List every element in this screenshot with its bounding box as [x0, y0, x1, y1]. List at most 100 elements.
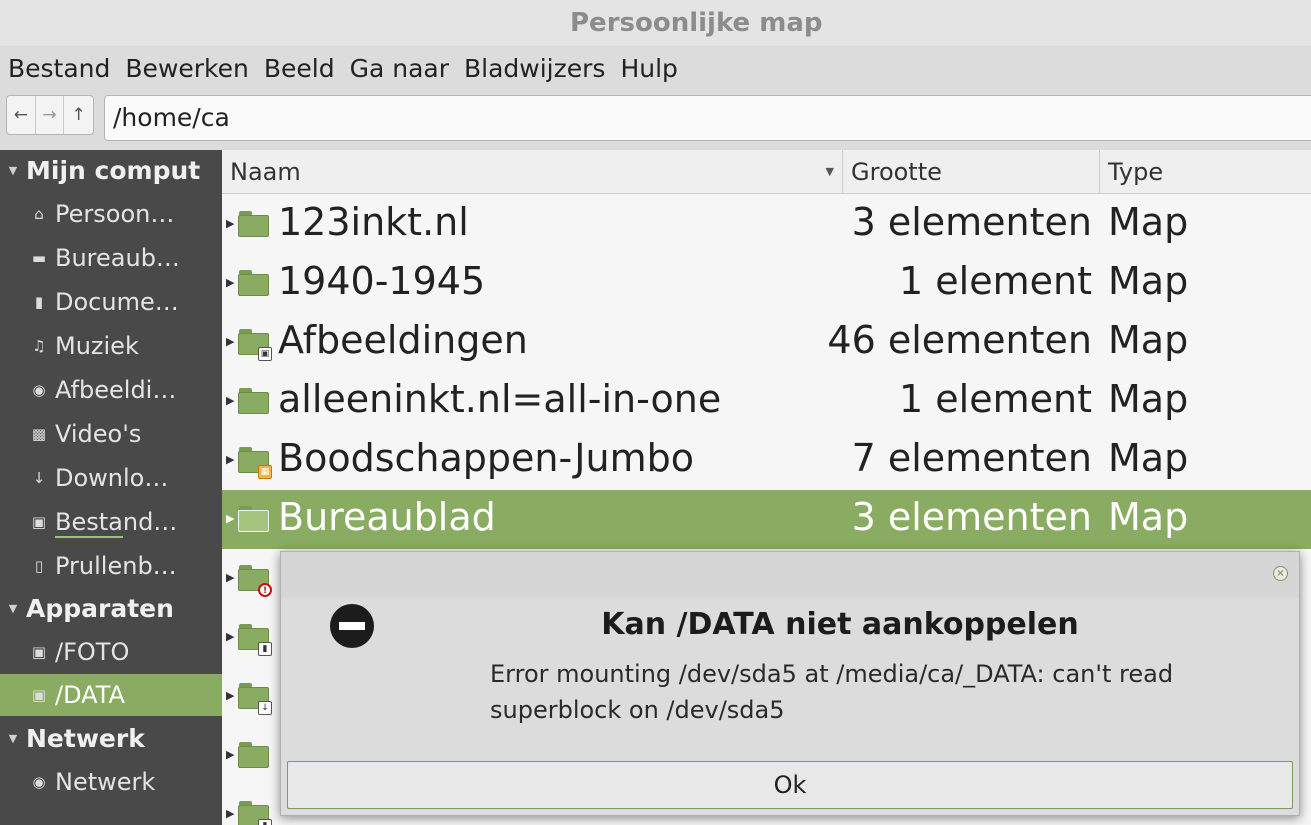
file-row[interactable]: ▶ 123inkt.nl 3 elementen Map: [222, 195, 1311, 254]
folder-icon: [238, 742, 269, 768]
arrow-up-icon: ↑: [71, 105, 86, 125]
expander-right-icon[interactable]: ▶: [226, 807, 234, 820]
menu-bladwijzers[interactable]: Bladwijzers: [464, 54, 605, 83]
error-emblem-icon: !: [258, 583, 272, 597]
file-row[interactable]: ▶ ▣ Afbeeldingen 46 elementen Map: [222, 313, 1311, 372]
expander-down-icon: ▼: [8, 731, 18, 745]
camera-icon: ◉: [32, 381, 46, 399]
sidebar-item-network[interactable]: ◉ Netwerk: [0, 761, 222, 803]
menu-hulp[interactable]: Hulp: [620, 54, 677, 83]
sidebar-item-label: Downlo…: [55, 464, 169, 492]
sidebar-item-label: /DATA: [55, 681, 125, 709]
file-name: Boodschappen-Jumbo: [278, 436, 694, 480]
document-emblem-icon: ▮: [258, 642, 272, 656]
column-headers: Naam ▼ Grootte Type: [222, 150, 1311, 194]
menu-bar: Bestand Bewerken Beeld Ga naar Bladwijze…: [0, 46, 1311, 90]
sidebar-section-devices[interactable]: ▼ Apparaten: [0, 588, 222, 628]
sidebar-item-downloads[interactable]: ↓ Downlo…: [0, 457, 222, 499]
sidebar-item-foto[interactable]: ▣ /FOTO: [0, 631, 222, 673]
file-type: Map: [1108, 259, 1189, 303]
sidebar-item-label: Docume…: [55, 288, 179, 316]
file-name: alleeninkt.nl=all-in-one: [278, 377, 722, 421]
sidebar-item-filesystem[interactable]: ▣ Bestand…: [0, 501, 222, 543]
file-type: Map: [1108, 495, 1189, 539]
error-dialog: × Kan /DATA niet aankoppelen Error mount…: [280, 551, 1300, 816]
sidebar-item-desktop[interactable]: ▬ Bureaub…: [0, 237, 222, 279]
expander-right-icon[interactable]: ▶: [226, 453, 234, 466]
drive-icon: ▣: [31, 513, 47, 531]
sidebar-item-documents[interactable]: ▮ Docume…: [0, 281, 222, 323]
expander-right-icon[interactable]: ▶: [226, 512, 234, 525]
sidebar-item-videos[interactable]: ▩ Video's: [0, 413, 222, 455]
sidebar-item-home[interactable]: ⌂ Persoon…: [0, 193, 222, 235]
sidebar-item-label: Bureaub…: [55, 244, 180, 272]
desktop-folder-icon: [238, 506, 269, 532]
file-row-selected[interactable]: ▶ Bureaublad 3 elementen Map: [222, 490, 1311, 549]
menu-beeld[interactable]: Beeld: [264, 54, 335, 83]
drive-icon: ▣: [31, 686, 47, 704]
navigation-buttons: ← → ↑: [6, 95, 94, 135]
sidebar-section-network[interactable]: ▼ Netwerk: [0, 718, 222, 758]
drive-icon: ▣: [31, 643, 47, 661]
network-icon: ◉: [32, 773, 46, 791]
file-row[interactable]: ▶ ▦ Boodschappen-Jumbo 7 elementen Map: [222, 431, 1311, 490]
menu-bewerken[interactable]: Bewerken: [125, 54, 248, 83]
file-row[interactable]: ▶ 1940-1945 1 element Map: [222, 254, 1311, 313]
arrow-right-icon: →: [42, 105, 57, 125]
archive-emblem-icon: ▦: [258, 465, 272, 479]
expander-right-icon[interactable]: ▶: [226, 217, 234, 230]
close-icon[interactable]: ×: [1273, 566, 1288, 581]
forward-button[interactable]: →: [36, 96, 65, 134]
sidebar-item-label: Muziek: [55, 332, 139, 360]
file-size: 46 elementen: [827, 318, 1092, 362]
sidebar-item-pictures[interactable]: ◉ Afbeeldi…: [0, 369, 222, 411]
desktop-icon: ▬: [31, 249, 47, 267]
file-type: Map: [1108, 436, 1189, 480]
file-type: Map: [1108, 200, 1189, 244]
sidebar: ▼ Mijn comput ⌂ Persoon… ▬ Bureaub… ▮ Do…: [0, 150, 222, 825]
column-header-type[interactable]: Type: [1100, 150, 1311, 194]
column-header-name[interactable]: Naam ▼: [222, 150, 843, 194]
dialog-message: Error mounting /dev/sda5 at /media/ca/_D…: [490, 660, 1174, 724]
expander-right-icon[interactable]: ▶: [226, 748, 234, 761]
up-button[interactable]: ↑: [64, 96, 93, 134]
menu-bestand[interactable]: Bestand: [8, 54, 110, 83]
sidebar-item-label: Video's: [55, 420, 142, 448]
sidebar-item-music[interactable]: ♫ Muziek: [0, 325, 222, 367]
expander-right-icon[interactable]: ▶: [226, 335, 234, 348]
file-type: Map: [1108, 377, 1189, 421]
column-header-label: Type: [1108, 158, 1164, 186]
expander-right-icon[interactable]: ▶: [226, 630, 234, 643]
expander-right-icon[interactable]: ▶: [226, 394, 234, 407]
expander-right-icon[interactable]: ▶: [226, 276, 234, 289]
arrow-left-icon: ←: [13, 105, 28, 125]
sidebar-item-label: Afbeeldi…: [55, 376, 177, 404]
window-titlebar: Persoonlijke map: [0, 0, 1311, 46]
sidebar-item-label: Prullenb…: [55, 552, 177, 580]
sidebar-item-trash[interactable]: ▯ Prullenb…: [0, 545, 222, 587]
back-button[interactable]: ←: [7, 96, 36, 134]
sidebar-section-label: Mijn comput: [26, 155, 201, 185]
file-size: 1 element: [899, 377, 1092, 421]
error-icon: [330, 604, 374, 648]
file-size: 7 elementen: [851, 436, 1092, 480]
menu-ga-naar[interactable]: Ga naar: [350, 54, 449, 83]
window-title: Persoonlijke map: [570, 8, 823, 38]
ok-button[interactable]: Ok: [287, 761, 1293, 809]
home-icon: ⌂: [34, 205, 44, 223]
column-header-label: Grootte: [851, 158, 942, 186]
file-row[interactable]: ▶ alleeninkt.nl=all-in-one 1 element Map: [222, 372, 1311, 431]
location-bar[interactable]: /home/ca: [104, 95, 1311, 141]
column-header-size[interactable]: Grootte: [843, 150, 1100, 194]
file-name: Afbeeldingen: [278, 318, 528, 362]
sidebar-item-label: Netwerk: [55, 768, 156, 796]
file-size: 3 elementen: [851, 200, 1092, 244]
sidebar-item-label: /FOTO: [55, 638, 130, 666]
expander-right-icon[interactable]: ▶: [226, 571, 234, 584]
sidebar-section-label: Netwerk: [26, 723, 145, 753]
sidebar-section-computer[interactable]: ▼ Mijn comput: [0, 150, 222, 190]
download-emblem-icon: ↓: [258, 701, 272, 715]
expander-right-icon[interactable]: ▶: [226, 689, 234, 702]
expander-down-icon: ▼: [8, 601, 18, 615]
sidebar-item-data[interactable]: ▣ /DATA: [0, 674, 222, 716]
